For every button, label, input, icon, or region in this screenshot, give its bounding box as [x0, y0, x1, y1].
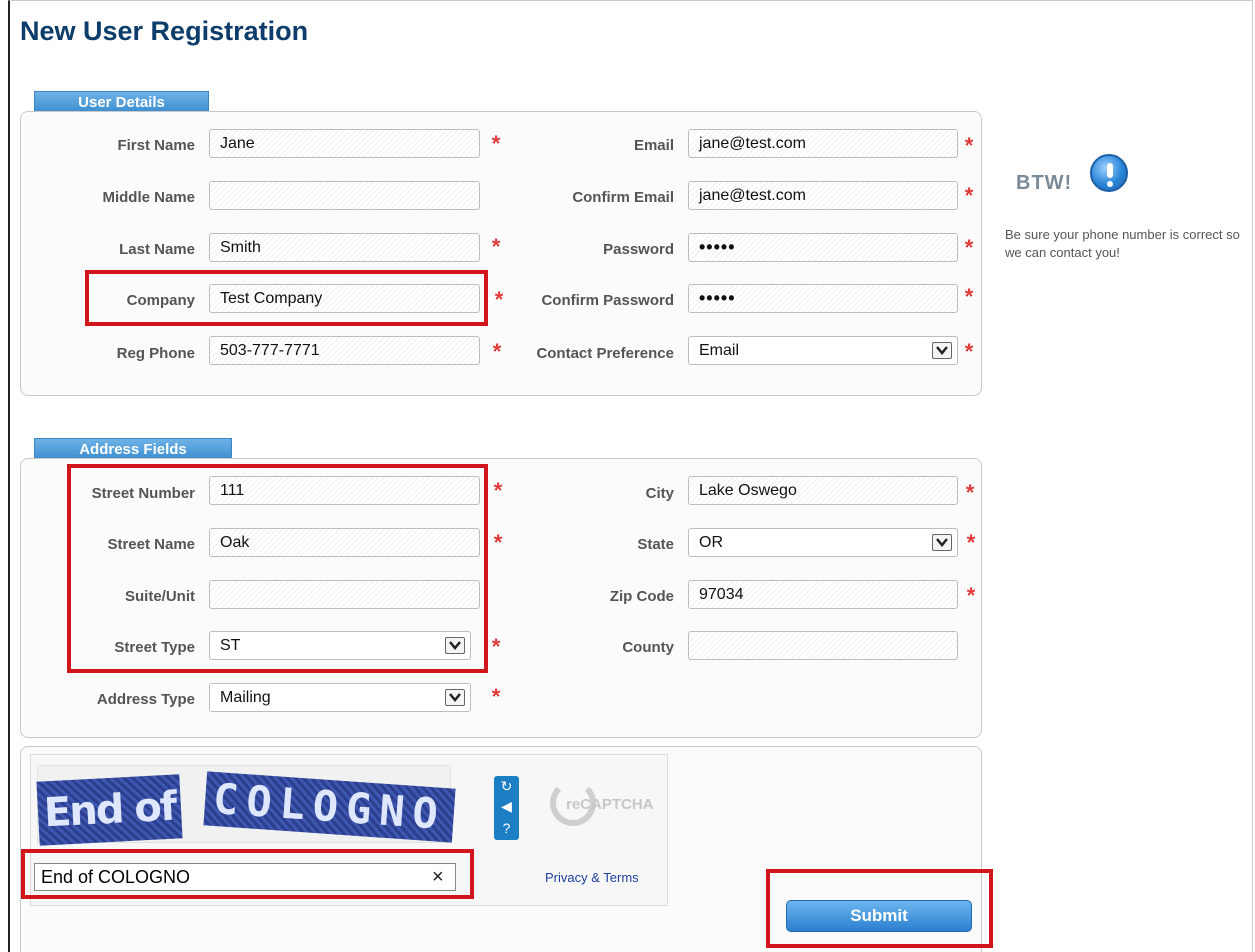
highlight-street-fields: [67, 464, 488, 673]
email-label: Email: [633, 137, 674, 154]
btw-text: Be sure your phone number is correct so …: [1005, 227, 1240, 260]
address-type-label: Address Type: [96, 691, 195, 708]
required-mark: *: [964, 235, 974, 260]
last-name-label: Last Name: [119, 241, 195, 258]
state-label: State: [637, 536, 674, 553]
captcha-controls: ↻ ◀ ?: [494, 776, 519, 840]
address-type-value: Mailing: [220, 689, 271, 706]
city-field[interactable]: Lake Oswego: [688, 476, 958, 505]
middle-name-label: Middle Name: [102, 189, 195, 206]
first-name-field[interactable]: Jane: [209, 129, 480, 158]
confirm-password-label: Confirm Password: [541, 292, 674, 309]
first-name-label: First Name: [117, 137, 195, 154]
required-mark: *: [966, 583, 976, 608]
middle-name-field[interactable]: [209, 181, 480, 210]
zip-code-field[interactable]: 97034: [688, 580, 958, 609]
audio-icon[interactable]: ◀: [494, 796, 519, 816]
info-icon: [1090, 154, 1128, 192]
required-mark: *: [964, 284, 974, 309]
required-mark: *: [964, 133, 974, 158]
last-name-field[interactable]: Smith: [209, 233, 480, 262]
required-mark: *: [966, 530, 976, 555]
confirm-email-label: Confirm Email: [572, 189, 674, 206]
reg-phone-field[interactable]: 503-777-7771: [209, 336, 480, 365]
tab-address-fields: Address Fields: [34, 438, 232, 459]
btw-title: BTW!: [1016, 172, 1073, 194]
zip-code-label: Zip Code: [609, 588, 674, 605]
required-mark: *: [964, 339, 974, 364]
required-mark: *: [964, 183, 974, 208]
contact-preference-label: Contact Preference: [536, 345, 674, 362]
help-icon[interactable]: ?: [494, 818, 519, 838]
required-mark: *: [965, 480, 975, 505]
address-type-select[interactable]: Mailing: [209, 683, 471, 712]
state-value: OR: [699, 534, 723, 551]
email-field[interactable]: jane@test.com: [688, 129, 958, 158]
highlight-submit: [766, 869, 993, 948]
highlight-company: [85, 270, 488, 326]
county-field[interactable]: [688, 631, 958, 660]
page-title: New User Registration: [20, 16, 309, 46]
privacy-terms-link[interactable]: Privacy & Terms: [545, 870, 639, 885]
confirm-password-field[interactable]: •••••: [688, 284, 958, 313]
state-select[interactable]: OR: [688, 528, 958, 557]
highlight-captcha-input: [21, 849, 474, 899]
password-field[interactable]: •••••: [688, 233, 958, 262]
refresh-icon[interactable]: ↻: [494, 776, 519, 796]
captcha-word-1: End of: [36, 774, 183, 846]
chevron-down-icon[interactable]: [932, 342, 952, 359]
tab-user-details: User Details: [34, 91, 209, 112]
county-label: County: [622, 639, 674, 656]
reg-phone-label: Reg Phone: [116, 345, 195, 362]
required-mark: *: [491, 684, 501, 709]
chevron-down-icon[interactable]: [932, 534, 952, 551]
contact-preference-select[interactable]: Email: [688, 336, 958, 365]
recaptcha-brand: reCAPTCHA: [566, 796, 654, 813]
password-label: Password: [603, 241, 674, 258]
contact-preference-value: Email: [699, 342, 740, 359]
confirm-email-field[interactable]: jane@test.com: [688, 181, 958, 210]
chevron-down-icon[interactable]: [445, 689, 465, 706]
city-label: City: [645, 485, 674, 502]
